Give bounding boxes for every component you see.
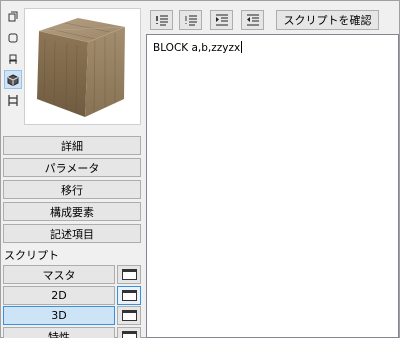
master-script-button[interactable]: マスタ	[3, 265, 115, 284]
3d-script-button[interactable]: 3D	[3, 306, 115, 325]
properties-open-window-button[interactable]	[117, 327, 141, 338]
outline-view-button[interactable]	[4, 7, 22, 26]
window-icon	[121, 290, 137, 301]
script-row-3d: 3D	[3, 306, 141, 325]
uncomment-button[interactable]	[179, 10, 202, 30]
wood-cube-image	[37, 18, 126, 117]
parameters-button[interactable]: パラメータ	[3, 158, 141, 177]
script-row-master: マスタ	[3, 265, 141, 284]
details-label: 詳細	[61, 139, 83, 153]
descriptors-label: 記述項目	[50, 227, 94, 241]
migration-button[interactable]: 移行	[3, 180, 141, 199]
shaded-icon	[8, 33, 18, 42]
components-button[interactable]: 構成要素	[3, 202, 141, 221]
script-row-properties: 特性	[3, 327, 141, 338]
parameters-label: パラメータ	[44, 161, 100, 175]
migration-label: 移行	[61, 183, 83, 197]
properties-script-button[interactable]: 特性	[3, 327, 115, 338]
3d-open-window-button[interactable]	[117, 306, 141, 325]
object-editor-window: 詳細 パラメータ 移行 構成要素 記述項目 スクリプト マスタ 2D 3D 特性…	[0, 0, 400, 338]
window-icon	[121, 269, 137, 280]
cube-icon	[7, 73, 19, 86]
section-icon	[8, 95, 18, 106]
outdent-button[interactable]	[241, 10, 264, 30]
outline-icon	[8, 11, 18, 21]
properties-script-label: 特性	[48, 330, 70, 338]
2d-script-label: 2D	[51, 289, 67, 302]
window-icon	[121, 310, 137, 321]
shaded-view-button[interactable]	[4, 28, 22, 47]
outdent-icon	[246, 14, 259, 26]
view-mode-bar	[2, 7, 24, 112]
script-text: BLOCK a,b,zzyzx	[153, 42, 241, 54]
section-view-button[interactable]	[4, 91, 22, 110]
script-row-2d: 2D	[3, 286, 141, 305]
uncomment-lines-icon	[184, 15, 197, 26]
script-editor-content: BLOCK a,b,zzyzx	[153, 41, 243, 54]
2d-open-window-button[interactable]	[117, 286, 141, 305]
details-button[interactable]: 詳細	[3, 136, 141, 155]
window-icon	[121, 331, 137, 338]
indent-icon	[215, 14, 228, 26]
check-script-label: スクリプトを確認	[283, 14, 372, 27]
master-open-window-button[interactable]	[117, 265, 141, 284]
3d-script-label: 3D	[51, 309, 67, 322]
chair-view-button[interactable]	[4, 49, 22, 68]
2d-script-button[interactable]: 2D	[3, 286, 115, 305]
master-script-label: マスタ	[42, 268, 76, 282]
cube-view-button[interactable]	[4, 70, 22, 89]
scripts-section-label: スクリプト	[4, 249, 59, 262]
descriptors-button[interactable]: 記述項目	[3, 224, 141, 243]
check-script-button[interactable]: スクリプトを確認	[276, 10, 379, 30]
indent-button[interactable]	[210, 10, 233, 30]
comment-button[interactable]	[150, 10, 173, 30]
text-caret	[241, 41, 243, 53]
object-preview	[24, 8, 141, 125]
comment-lines-icon	[155, 15, 168, 26]
script-editor[interactable]: BLOCK a,b,zzyzx	[146, 34, 399, 338]
chair-icon	[9, 54, 17, 64]
components-label: 構成要素	[50, 205, 94, 219]
